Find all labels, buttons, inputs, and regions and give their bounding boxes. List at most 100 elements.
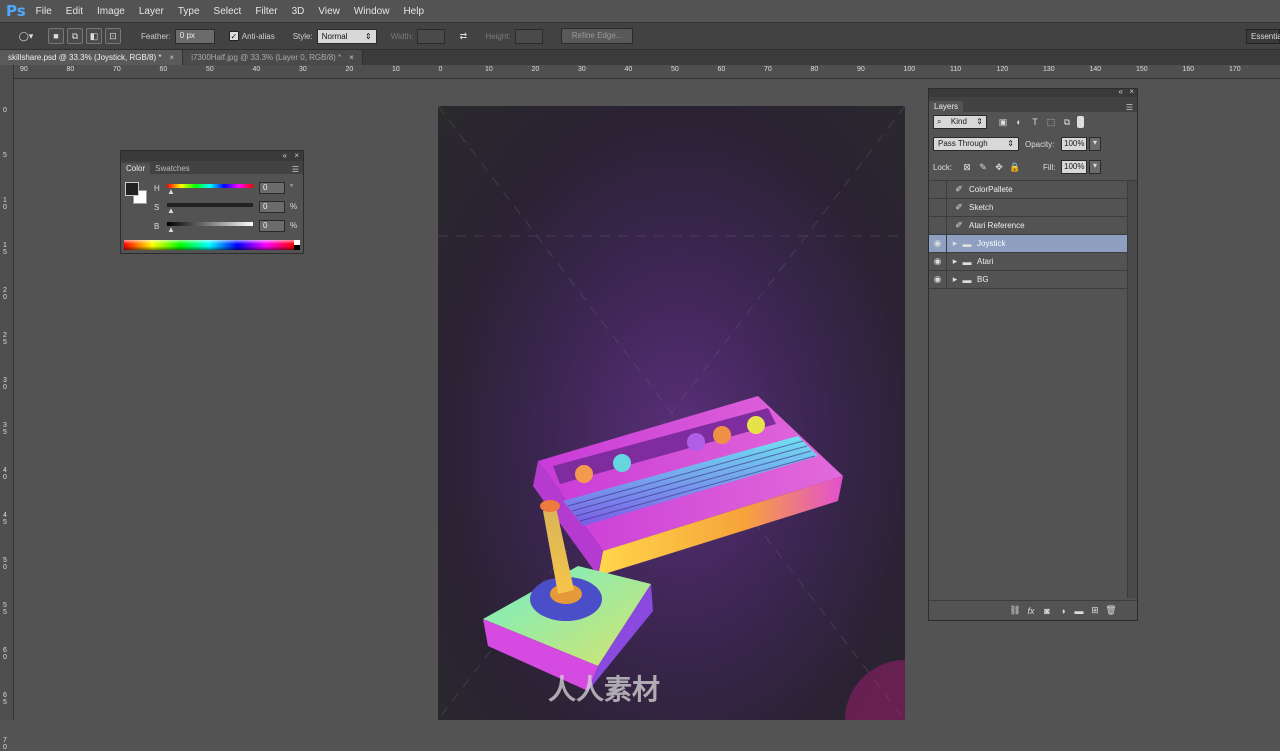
fill-dropdown-icon[interactable]: ▾ (1089, 160, 1101, 174)
layer-row-colorpallete[interactable]: ✐ ColorPallete (929, 180, 1127, 199)
opacity-dropdown-icon[interactable]: ▾ (1089, 137, 1101, 151)
new-selection-icon[interactable]: ■ (48, 28, 64, 44)
mask-icon[interactable]: ◙ (1041, 605, 1053, 617)
blend-mode-select[interactable]: Pass Through ⇕ (933, 137, 1019, 151)
lock-pixels-icon[interactable]: ✎ (977, 161, 989, 173)
width-label: Width: (390, 31, 414, 41)
visibility-toggle[interactable] (929, 198, 947, 217)
filter-kind-select[interactable]: ⌕ Kind ⇕ (933, 115, 987, 129)
saturation-input[interactable]: 0 (259, 201, 285, 213)
filter-toggle-icon[interactable] (1077, 116, 1084, 128)
eye-icon[interactable]: ◉ (929, 252, 947, 271)
adjustment-icon[interactable]: ◑ (1057, 605, 1069, 617)
menu-help[interactable]: Help (403, 6, 424, 17)
search-icon: ⌕ (937, 117, 942, 126)
image-filter-icon[interactable]: ▣ (997, 116, 1009, 128)
foreground-swatch-front[interactable] (125, 182, 139, 196)
refine-edge-button[interactable]: Refine Edge... (560, 28, 634, 44)
panel-menu-icon[interactable]: ☰ (292, 165, 299, 174)
slider-thumb-icon[interactable]: ▲ (167, 225, 175, 234)
menu-file[interactable]: File (36, 6, 52, 17)
fx-icon[interactable]: fx (1025, 605, 1037, 617)
layer-row-bg[interactable]: ◉ ▸ ▬ BG (929, 270, 1127, 289)
width-input[interactable] (417, 28, 446, 44)
lock-all-icon[interactable]: 🔒 (1009, 161, 1021, 173)
hue-slider[interactable] (167, 184, 253, 188)
type-filter-icon[interactable]: T (1029, 116, 1041, 128)
tab-color[interactable]: Color (121, 163, 151, 174)
saturation-slider[interactable] (167, 203, 253, 207)
close-icon[interactable]: × (294, 151, 299, 160)
link-icon[interactable]: ⛓ (1009, 605, 1021, 617)
panel-header[interactable]: « × (929, 87, 1137, 97)
trash-icon[interactable]: 🗑 (1105, 605, 1117, 617)
layer-row-atari-reference[interactable]: ✐ Atari Reference (929, 216, 1127, 235)
slider-thumb-icon[interactable]: ▲ (167, 206, 175, 215)
layer-row-atari[interactable]: ◉ ▸ ▬ Atari (929, 252, 1127, 271)
folder-icon[interactable]: ▬ (1073, 605, 1085, 617)
expand-arrow-icon[interactable]: ▸ (949, 256, 961, 268)
visibility-toggle[interactable] (929, 216, 947, 235)
subtract-selection-icon[interactable]: ◧ (86, 28, 102, 44)
close-icon[interactable]: × (1129, 87, 1134, 96)
panel-header[interactable]: « × (121, 151, 303, 161)
brush-icon: ✐ (955, 184, 963, 194)
close-icon[interactable]: × (349, 53, 354, 62)
color-ramp[interactable] (124, 240, 294, 250)
expand-arrow-icon[interactable]: ▸ (949, 238, 961, 250)
menu-window[interactable]: Window (354, 6, 390, 17)
document-canvas[interactable]: 人人素材 (438, 106, 905, 720)
layer-name: Atari Reference (969, 221, 1025, 230)
menu-filter[interactable]: Filter (255, 6, 277, 17)
slider-thumb-icon[interactable]: ▲ (167, 187, 175, 196)
joystick-top (540, 500, 560, 512)
menu-3d[interactable]: 3D (292, 6, 305, 17)
swap-dimensions-icon[interactable]: ⇄ (455, 28, 471, 44)
menu-view[interactable]: View (318, 6, 340, 17)
menu-select[interactable]: Select (214, 6, 242, 17)
blend-mode-value: Pass Through (938, 139, 988, 148)
layer-row-joystick[interactable]: ◉ ▸ ▬ Joystick (929, 234, 1127, 253)
eye-icon[interactable]: ◉ (929, 234, 947, 253)
adjustment-filter-icon[interactable]: ◐ (1013, 116, 1025, 128)
black-white-ramp[interactable] (294, 240, 300, 250)
layers-scrollbar[interactable] (1127, 181, 1137, 598)
style-select[interactable]: Normal ⇕ (316, 28, 377, 44)
menu-edit[interactable]: Edit (66, 6, 83, 17)
add-selection-icon[interactable]: ⧉ (67, 28, 83, 44)
elliptical-marquee-icon[interactable]: ◯▾ (18, 28, 34, 44)
collapse-icon[interactable]: « (1119, 87, 1123, 96)
layers-footer: ⛓ fx ◙ ◑ ▬ ⊞ 🗑 (929, 600, 1137, 620)
lock-position-icon[interactable]: ✥ (993, 161, 1005, 173)
menu-image[interactable]: Image (97, 6, 125, 17)
fill-input[interactable]: 100% (1061, 160, 1087, 174)
ruler-tick-label: 1 5 (3, 242, 7, 256)
layer-row-sketch[interactable]: ✐ Sketch (929, 198, 1127, 217)
ruler-tick-label: 80 (66, 66, 75, 73)
tab-swatches[interactable]: Swatches (150, 163, 195, 174)
shape-filter-icon[interactable]: ⬚ (1045, 116, 1057, 128)
tab-layers[interactable]: Layers (929, 101, 964, 112)
intersect-selection-icon[interactable]: ⊡ (105, 28, 121, 44)
smart-object-filter-icon[interactable]: ⧉ (1061, 116, 1073, 128)
eye-icon[interactable]: ◉ (929, 270, 947, 289)
collapse-icon[interactable]: « (283, 151, 287, 160)
height-input[interactable] (514, 28, 543, 44)
expand-arrow-icon[interactable]: ▸ (949, 274, 961, 286)
menu-type[interactable]: Type (178, 6, 200, 17)
tab-i7300half[interactable]: i7300Half.jpg @ 33.3% (Layer 0, RGB/8) *… (183, 50, 363, 65)
antialias-checkbox[interactable]: ✓ (228, 31, 239, 41)
hue-input[interactable]: 0 (259, 182, 285, 194)
brightness-input[interactable]: 0 (259, 220, 285, 232)
tab-skillshare[interactable]: skillshare.psd @ 33.3% (Joystick, RGB/8)… (0, 50, 184, 65)
new-layer-icon[interactable]: ⊞ (1089, 605, 1101, 617)
menu-layer[interactable]: Layer (139, 6, 164, 17)
lock-transparency-icon[interactable]: ⊠ (961, 161, 973, 173)
visibility-toggle[interactable] (929, 180, 947, 199)
workspace-switcher[interactable]: Essentials (1246, 28, 1280, 44)
feather-input[interactable]: 0 px (174, 28, 215, 44)
close-icon[interactable]: × (170, 53, 175, 62)
opacity-input[interactable]: 100% (1061, 137, 1087, 151)
panel-menu-icon[interactable]: ☰ (1126, 103, 1133, 112)
brightness-slider[interactable] (167, 222, 253, 226)
